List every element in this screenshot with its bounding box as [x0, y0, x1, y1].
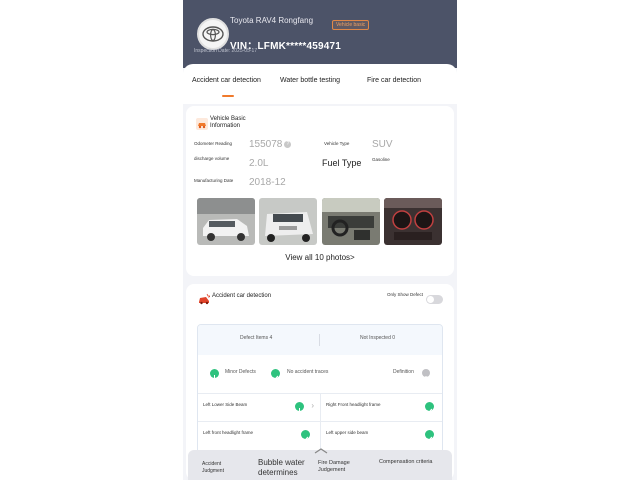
- vehicle-info-title: Vehicle Basic Information: [210, 116, 246, 129]
- accident-detection-title: Accident car detection: [212, 293, 272, 299]
- vehicle-type-value: SUV: [372, 139, 393, 150]
- no-accident-icon: [271, 369, 280, 380]
- odometer-label: Odometer Reading: [194, 141, 233, 146]
- check-icon: [301, 430, 310, 441]
- tab-fire-detection[interactable]: Fire car detection: [367, 77, 421, 84]
- nav-compensation[interactable]: Compensation criteria: [379, 459, 435, 466]
- displacement-value: 2.0L: [249, 158, 269, 169]
- nav-accident-judgment[interactable]: Accident Judgment: [202, 461, 242, 475]
- car-info-icon: [196, 118, 208, 130]
- defect-item[interactable]: Left front headlight frame: [198, 421, 321, 449]
- tab-accident-detection[interactable]: Accident car detection: [192, 77, 261, 84]
- fuel-type-value: Gasoline: [372, 157, 390, 162]
- car-photo-dashboard[interactable]: [384, 198, 442, 245]
- car-photo-front[interactable]: [197, 198, 255, 245]
- inspection-date: Inspection Date: 2025-05-17: [194, 48, 258, 54]
- minor-defect-icon: [295, 402, 304, 414]
- manufacturing-value: 2018-12: [249, 177, 286, 188]
- vehicle-type-label: Vehicle Type: [324, 141, 350, 146]
- not-inspected-count[interactable]: Not Inspected 0: [360, 335, 395, 341]
- fuel-type-label: Fuel Type: [322, 158, 362, 168]
- only-defect-label: Only Show Defect: [387, 292, 424, 297]
- defect-items-count[interactable]: Defect Items 4: [240, 335, 272, 341]
- odometer-value: 155078?: [249, 139, 292, 150]
- manufacturing-label: Manufacturing Date: [194, 178, 234, 183]
- car-name: Toyota RAV4 Rongfang: [230, 16, 314, 25]
- defect-item-name: Right Front headlight frame: [326, 402, 381, 407]
- toyota-logo-icon: [202, 26, 224, 42]
- minor-defects-label: Minor Defects: [225, 369, 256, 375]
- chevron-right-icon: ›: [311, 401, 314, 410]
- chevron-up-icon[interactable]: [313, 448, 329, 454]
- minor-defect-icon: [210, 369, 219, 381]
- vehicle-header: Toyota RAV4 Rongfang Vehicle basic VIN：L…: [183, 0, 457, 68]
- view-all-photos-link[interactable]: View all 10 photos>: [186, 253, 454, 262]
- definition-link[interactable]: Definition: [393, 369, 414, 375]
- defect-item-name: Left front headlight frame: [203, 430, 254, 435]
- vehicle-badge[interactable]: Vehicle basic: [332, 20, 370, 30]
- no-accident-label: No accident traces: [287, 369, 329, 375]
- nav-fire-damage[interactable]: Fire Damage Judgement: [318, 460, 364, 474]
- detection-tabs: Accident car detection Water bottle test…: [183, 64, 457, 104]
- header-divider: [319, 334, 320, 346]
- vehicle-info-card: Vehicle Basic Information Odometer Readi…: [186, 106, 454, 276]
- bottom-navigation: Accident Judgment Bubble water determine…: [188, 448, 452, 480]
- brand-logo: [197, 18, 229, 50]
- car-photo-interior[interactable]: [322, 198, 380, 245]
- defect-item-name: Left upper side beam: [326, 430, 369, 435]
- check-icon: [425, 402, 434, 413]
- defect-item[interactable]: Left upper side beam: [321, 421, 442, 449]
- car-photo-rear[interactable]: [259, 198, 317, 245]
- accident-car-icon: [198, 293, 210, 305]
- active-tab-indicator: [222, 95, 234, 97]
- tab-water-testing[interactable]: Water bottle testing: [280, 77, 340, 84]
- check-icon: [425, 430, 434, 441]
- nav-bubble-water[interactable]: Bubble water determines: [258, 458, 318, 478]
- defect-item[interactable]: Left Lower Side Beam ›: [198, 393, 321, 421]
- help-icon[interactable]: ?: [284, 140, 292, 148]
- legend-row: Minor Defects No accident traces Definit…: [198, 363, 442, 383]
- phone-screen: Toyota RAV4 Rongfang Vehicle basic VIN：L…: [183, 0, 457, 480]
- only-defect-toggle[interactable]: [426, 295, 443, 304]
- defect-item-name: Left Lower Side Beam: [203, 402, 248, 407]
- defect-item[interactable]: Right Front headlight frame: [321, 393, 442, 421]
- svg-text:?: ?: [424, 376, 428, 382]
- defect-summary-header: Defect Items 4 Not Inspected 0: [198, 325, 442, 355]
- displacement-label: discharge volume: [194, 156, 230, 161]
- definition-help-icon[interactable]: ?: [422, 369, 430, 382]
